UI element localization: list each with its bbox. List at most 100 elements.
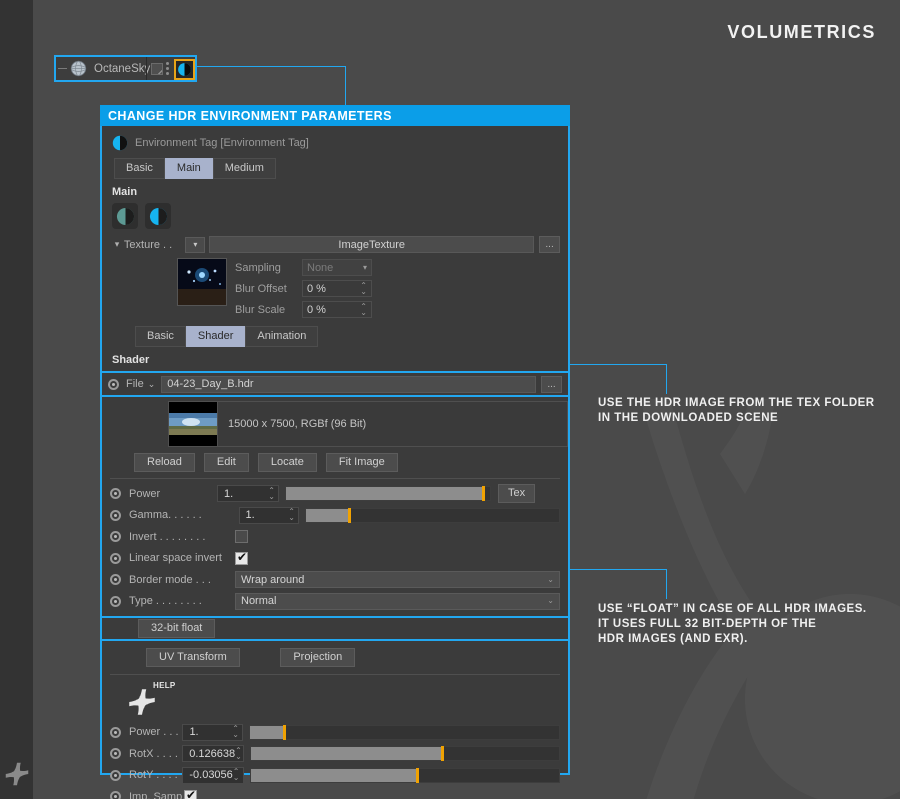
blur-scale-input[interactable]: 0 % ⌃⌄ bbox=[302, 301, 372, 318]
rot-x-slider[interactable] bbox=[250, 746, 560, 761]
sampling-row[interactable]: Sampling None ▾ bbox=[235, 258, 372, 277]
env-power-input[interactable]: 1. ⌃⌄ bbox=[182, 724, 243, 741]
texture-value-field[interactable]: ImageTexture bbox=[209, 236, 534, 253]
type-select[interactable]: Normal ⌄ bbox=[235, 593, 560, 610]
uv-transform-button[interactable]: UV Transform bbox=[146, 648, 240, 667]
radio-icon[interactable] bbox=[110, 510, 121, 521]
stepper-icon[interactable]: ⌃⌄ bbox=[360, 304, 367, 316]
environment-tag-icon bbox=[177, 62, 192, 77]
imp-samp-checkbox[interactable] bbox=[184, 790, 197, 799]
linear-space-invert-checkbox[interactable] bbox=[235, 552, 248, 565]
stepper-icon[interactable]: ⌃⌄ bbox=[268, 488, 275, 500]
stepper-icon[interactable]: ⌃⌄ bbox=[288, 509, 295, 521]
imp-samp-row[interactable]: Imp. Samp. bbox=[110, 787, 560, 799]
tab-basic[interactable]: Basic bbox=[114, 158, 165, 179]
radio-icon[interactable] bbox=[110, 488, 121, 499]
radio-icon[interactable] bbox=[110, 531, 121, 542]
connector-line-vertical-2 bbox=[666, 364, 667, 394]
page-title: VOLUMETRICS bbox=[727, 22, 876, 43]
chevron-down-icon: ⌄ bbox=[547, 577, 554, 583]
texture-row[interactable]: ▾ Texture . . ▾ ImageTexture ... bbox=[110, 235, 560, 254]
rot-y-slider[interactable] bbox=[250, 768, 561, 783]
half-circle-icon bbox=[116, 207, 135, 226]
type-row[interactable]: Type . . . . . . . . Normal ⌄ bbox=[110, 592, 560, 611]
linear-space-invert-row[interactable]: Linear space invert bbox=[110, 549, 560, 568]
texture-label: Texture . . bbox=[124, 239, 186, 251]
environment-tag-button[interactable] bbox=[174, 59, 195, 80]
hdr-thumbnail[interactable] bbox=[169, 402, 218, 446]
stepper-icon[interactable]: ⌃⌄ bbox=[232, 726, 239, 738]
shader-tabs[interactable]: Basic Shader Animation bbox=[135, 326, 560, 347]
section-label-shader: Shader bbox=[112, 354, 560, 366]
power-value: 1. bbox=[224, 488, 233, 500]
left-rail: octanerender™ bbox=[0, 0, 33, 799]
tab-main[interactable]: Main bbox=[165, 158, 213, 179]
stepper-icon[interactable]: ⌃⌄ bbox=[360, 283, 367, 295]
help-label[interactable]: HELP bbox=[153, 681, 176, 690]
env-power-row[interactable]: Power . . . 1. ⌃⌄ bbox=[110, 723, 560, 742]
rot-y-input[interactable]: -0.03056 ⌃⌄ bbox=[182, 767, 243, 784]
radio-icon[interactable] bbox=[110, 596, 121, 607]
hdr-image-note-line-1: USE THE HDR IMAGE FROM THE TEX FOLDER bbox=[598, 396, 875, 411]
object-row-icons[interactable] bbox=[151, 62, 169, 75]
sampling-select[interactable]: None ▾ bbox=[302, 259, 372, 276]
expand-caret-icon[interactable]: ▾ bbox=[110, 239, 124, 250]
rot-x-input[interactable]: 0.126638 ⌃⌄ bbox=[182, 745, 244, 762]
edit-button[interactable]: Edit bbox=[204, 453, 249, 472]
texture-thumbnail[interactable] bbox=[177, 258, 227, 306]
radio-icon[interactable] bbox=[110, 770, 121, 781]
stepper-icon[interactable]: ⌃⌄ bbox=[235, 748, 242, 760]
stepper-icon[interactable]: ⌃⌄ bbox=[233, 769, 240, 781]
radio-icon[interactable] bbox=[110, 553, 121, 564]
object-row-divider bbox=[146, 57, 147, 80]
environment-preview-b[interactable] bbox=[145, 203, 171, 229]
invert-checkbox[interactable] bbox=[235, 530, 248, 543]
connector-line-vertical-3 bbox=[666, 569, 667, 599]
blur-offset-row[interactable]: Blur Offset 0 % ⌃⌄ bbox=[235, 279, 372, 298]
radio-icon[interactable] bbox=[108, 379, 119, 390]
reload-button[interactable]: Reload bbox=[134, 453, 195, 472]
chevron-down-icon[interactable]: ⌄ bbox=[148, 379, 156, 390]
texture-swatch-icon[interactable] bbox=[151, 63, 163, 75]
power-row[interactable]: Power 1. ⌃⌄ Tex bbox=[110, 484, 560, 503]
image-action-buttons[interactable]: Reload Edit Locate Fit Image bbox=[134, 453, 560, 472]
texture-browse-button[interactable]: ... bbox=[539, 236, 560, 253]
power-input[interactable]: 1. ⌃⌄ bbox=[217, 485, 279, 502]
half-circle-icon bbox=[149, 207, 168, 226]
panel-tabs[interactable]: Basic Main Medium bbox=[114, 158, 560, 179]
object-row-octanesky[interactable]: OctaneSky bbox=[54, 55, 197, 82]
locate-button[interactable]: Locate bbox=[258, 453, 317, 472]
file-path-field[interactable]: 04-23_Day_B.hdr bbox=[161, 376, 536, 393]
border-mode-select[interactable]: Wrap around ⌄ bbox=[235, 571, 560, 588]
gamma-slider[interactable] bbox=[305, 508, 560, 523]
power-slider[interactable] bbox=[285, 486, 491, 501]
help-block[interactable]: HELP bbox=[122, 681, 182, 719]
tab-shader-animation[interactable]: Animation bbox=[245, 326, 318, 347]
radio-icon[interactable] bbox=[110, 727, 121, 738]
border-mode-row[interactable]: Border mode . . . Wrap around ⌄ bbox=[110, 570, 560, 589]
radio-icon[interactable] bbox=[110, 574, 121, 585]
invert-row[interactable]: Invert . . . . . . . . bbox=[110, 527, 560, 546]
projection-button[interactable]: Projection bbox=[280, 648, 355, 667]
vertical-dots-icon[interactable] bbox=[166, 62, 169, 75]
float-button[interactable]: 32-bit float bbox=[138, 619, 215, 638]
gamma-row[interactable]: Gamma. . . . . . 1. ⌃⌄ bbox=[110, 506, 560, 525]
tab-shader-shader[interactable]: Shader bbox=[186, 326, 245, 347]
gamma-input[interactable]: 1. ⌃⌄ bbox=[239, 507, 299, 524]
file-browse-button[interactable]: ... bbox=[541, 376, 562, 393]
rot-y-row[interactable]: RotY . . . . -0.03056 ⌃⌄ bbox=[110, 766, 560, 785]
tex-button[interactable]: Tex bbox=[498, 484, 535, 503]
rot-x-row[interactable]: RotX . . . . 0.126638 ⌃⌄ bbox=[110, 744, 560, 763]
env-power-slider[interactable] bbox=[249, 725, 560, 740]
fit-image-button[interactable]: Fit Image bbox=[326, 453, 398, 472]
sampling-value: None bbox=[307, 262, 333, 274]
tab-medium[interactable]: Medium bbox=[213, 158, 276, 179]
chevron-down-icon[interactable]: ▾ bbox=[185, 237, 205, 253]
environment-preview-row[interactable] bbox=[112, 203, 560, 229]
radio-icon[interactable] bbox=[110, 791, 121, 799]
environment-preview-a[interactable] bbox=[112, 203, 138, 229]
blur-scale-row[interactable]: Blur Scale 0 % ⌃⌄ bbox=[235, 300, 372, 319]
tab-shader-basic[interactable]: Basic bbox=[135, 326, 186, 347]
radio-icon[interactable] bbox=[110, 748, 121, 759]
blur-offset-input[interactable]: 0 % ⌃⌄ bbox=[302, 280, 372, 297]
